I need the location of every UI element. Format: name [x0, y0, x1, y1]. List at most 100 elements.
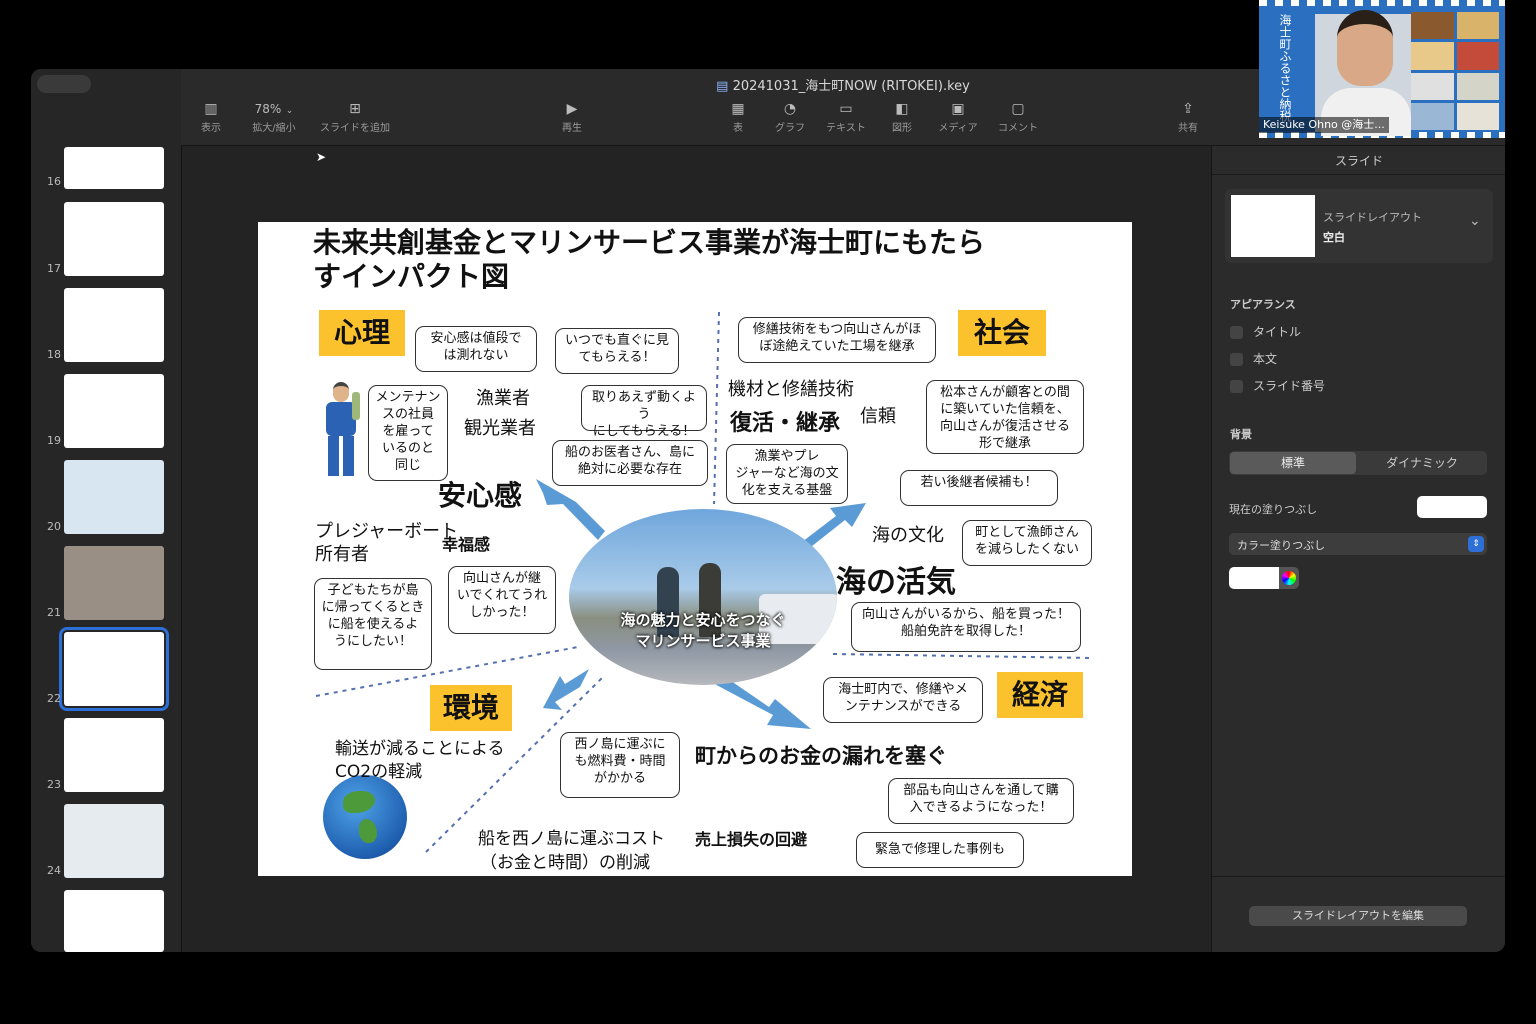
speech-bubble: いつでも直ぐに見 てもらえる！ [555, 328, 679, 374]
color-picker-button[interactable] [1279, 567, 1299, 589]
food-photo-grid [1411, 12, 1499, 130]
label-equipment: 機材と修繕技術 [728, 379, 854, 400]
add-slide-icon: ⊞ [349, 101, 361, 117]
checkbox[interactable] [1230, 326, 1243, 339]
speech-bubble: 船のお医者さん、島に 絶対に必要な存在 [552, 440, 708, 486]
comment-icon: ▢ [1011, 101, 1025, 117]
slide-thumbnail[interactable] [64, 718, 164, 792]
video-banner-text: 海士町ふるさと納税 [1278, 14, 1291, 122]
share-icon: ⇪ [1182, 101, 1194, 117]
speech-bubble: 西ノ島に運ぶに も燃料費・時間 がかかる [560, 732, 680, 798]
document-icon: ▤ [716, 79, 729, 94]
color-wheel-icon [1282, 571, 1296, 585]
slide-number: 17 [47, 262, 61, 275]
slide-thumbnail[interactable] [59, 627, 169, 711]
label-cost1: 船を西ノ島に運ぶコスト [478, 829, 665, 849]
appearance-heading: アピアランス [1230, 298, 1296, 311]
background-segmented: 標準 ダイナミック [1229, 451, 1487, 475]
speech-bubble: 緊急で修理した事例も [856, 832, 1024, 868]
comment-button[interactable]: ▢ コメント [983, 99, 1053, 134]
speech-bubble: 子どもたちが島 に帰ってくるとき に船を使えるよ うにしたい！ [314, 578, 432, 670]
edit-layout-button[interactable]: スライドレイアウトを編集 [1249, 906, 1467, 926]
speech-bubble: 向山さんが継 いでくれてうれ しかった！ [448, 566, 556, 634]
play-button[interactable]: ▶ 再生 [537, 99, 607, 134]
inspector-panel: スライド スライドレイアウト 空白 ⌄ アピアランス タイトル 本文 スライド番… [1211, 146, 1505, 952]
slide-thumbnail[interactable] [64, 546, 164, 620]
slide-thumbnail[interactable] [64, 374, 164, 448]
slide-22[interactable]: 未来共創基金とマリンサービス事業が海士町にもたら すインパクト図 心理 社会 環… [258, 222, 1132, 876]
play-icon: ▶ [566, 101, 578, 117]
view-button[interactable]: ▥ 表示 [176, 99, 246, 134]
divider [1212, 174, 1505, 175]
slide-thumbnail[interactable] [64, 890, 164, 952]
checkbox[interactable] [1230, 353, 1243, 366]
slide-thumbnail[interactable] [64, 202, 164, 276]
label-transport1: 輸送が減ることによる [335, 739, 505, 759]
label-loss: 売上損失の回避 [695, 830, 808, 849]
participant-name: Keisuke Ohno @海士... [1259, 117, 1389, 133]
checkbox-body[interactable]: 本文 [1230, 350, 1277, 367]
slide-thumbnail[interactable] [64, 147, 164, 189]
divider [1212, 876, 1505, 877]
checkbox-slide-number[interactable]: スライド番号 [1230, 377, 1325, 394]
label-leak: 町からのお金の漏れを塞ぐ [695, 744, 947, 768]
slide-number: 19 [47, 434, 61, 447]
speech-bubble: 安心感は値段で は測れない [415, 326, 537, 372]
share-button[interactable]: ⇪ 共有 [1153, 99, 1223, 134]
speech-bubble: 漁業やプレ ジャーなど海の文 化を支える基盤 [726, 444, 848, 504]
segment-dynamic[interactable]: ダイナミック [1359, 452, 1485, 474]
zoom-button[interactable]: 78% ⌄ 拡大/縮小 [239, 99, 309, 134]
add-slide-button[interactable]: ⊞ スライドを追加 [315, 99, 395, 134]
layout-selector[interactable]: スライドレイアウト 空白 ⌄ [1225, 189, 1493, 263]
slide-number: 24 [47, 864, 61, 877]
speech-bubble: 向山さんがいるから、船を買った！ 船舶免許を取得した！ [851, 602, 1081, 652]
checkbox-title[interactable]: タイトル [1230, 323, 1301, 340]
slide-number: 22 [47, 692, 61, 705]
center-caption-1: 海の魅力と安心をつなぐ [620, 611, 786, 629]
speech-bubble: 若い後継者候補も！ [900, 470, 1058, 506]
slide-title-line1: 未来共創基金とマリンサービス事業が海士町にもたら [313, 226, 986, 259]
category-society: 社会 [958, 310, 1046, 356]
label-fisher: 漁業者 [476, 388, 530, 409]
zoom-value: 78% [254, 102, 282, 116]
updown-icon: ⇕ [1468, 536, 1484, 552]
checkbox[interactable] [1230, 380, 1243, 393]
label-revival: 復活・継承 [730, 411, 841, 436]
label-pleasure2: 所有者 [315, 544, 369, 565]
inspector-tab-slide[interactable]: スライド [1212, 152, 1505, 169]
slide-number: 20 [47, 520, 61, 533]
window-controls[interactable] [37, 75, 91, 93]
layout-thumbnail [1231, 195, 1315, 257]
label-sea-vitality: 海の活気 [836, 565, 956, 600]
label-tourism: 観光業者 [464, 418, 536, 439]
slide-thumbnail[interactable] [64, 288, 164, 362]
center-caption-2: マリンサービス事業 [635, 632, 771, 650]
slide-title-line2: すインパクト図 [313, 260, 510, 293]
slide-navigator[interactable]: 16 17 18 19 20 21 22 23 24 [31, 69, 182, 952]
label-anshin: 安心感 [438, 479, 523, 512]
sidebar-icon: ▥ [204, 101, 218, 117]
earth-illustration [323, 775, 407, 859]
fill-label: 現在の塗りつぶし [1229, 503, 1318, 516]
video-tile[interactable]: 海士町ふるさと納税 Keisuke Ohno @海士... [1259, 0, 1505, 138]
slide-thumbnail[interactable] [64, 804, 164, 878]
speech-bubble: 松本さんが顧客との間 に築いていた信頼を、 向山さんが復活させる 形で継承 [926, 380, 1084, 454]
slide-number: 16 [47, 175, 61, 188]
color-well[interactable] [1229, 567, 1279, 589]
speech-bubble: 部品も向山さんを通して購 入できるようになった！ [888, 778, 1074, 824]
current-fill-swatch[interactable] [1417, 496, 1487, 518]
category-environment: 環境 [430, 685, 512, 731]
segment-standard[interactable]: 標準 [1230, 452, 1356, 474]
label-cost2: （お金と時間）の削減 [480, 853, 650, 873]
fill-type-select[interactable]: カラー塗りつぶし ⇕ [1229, 533, 1487, 555]
slide-number: 21 [47, 606, 61, 619]
speech-bubble: 海士町内で、修繕やメ ンテナンスができる [823, 677, 983, 723]
marine-service-photo: 海の魅力と安心をつなぐ マリンサービス事業 [569, 509, 837, 685]
slide-thumbnail[interactable] [64, 460, 164, 534]
fisherman-illustration [316, 382, 366, 478]
label-happiness: 幸福感 [442, 535, 491, 554]
label-trust: 信頼 [860, 406, 896, 427]
chevron-down-icon: ⌄ [1469, 213, 1481, 229]
speech-bubble: 修繕技術をもつ向山さんがほ ぼ途絶えていた工場を継承 [738, 317, 936, 363]
label-sea-culture: 海の文化 [872, 525, 944, 546]
